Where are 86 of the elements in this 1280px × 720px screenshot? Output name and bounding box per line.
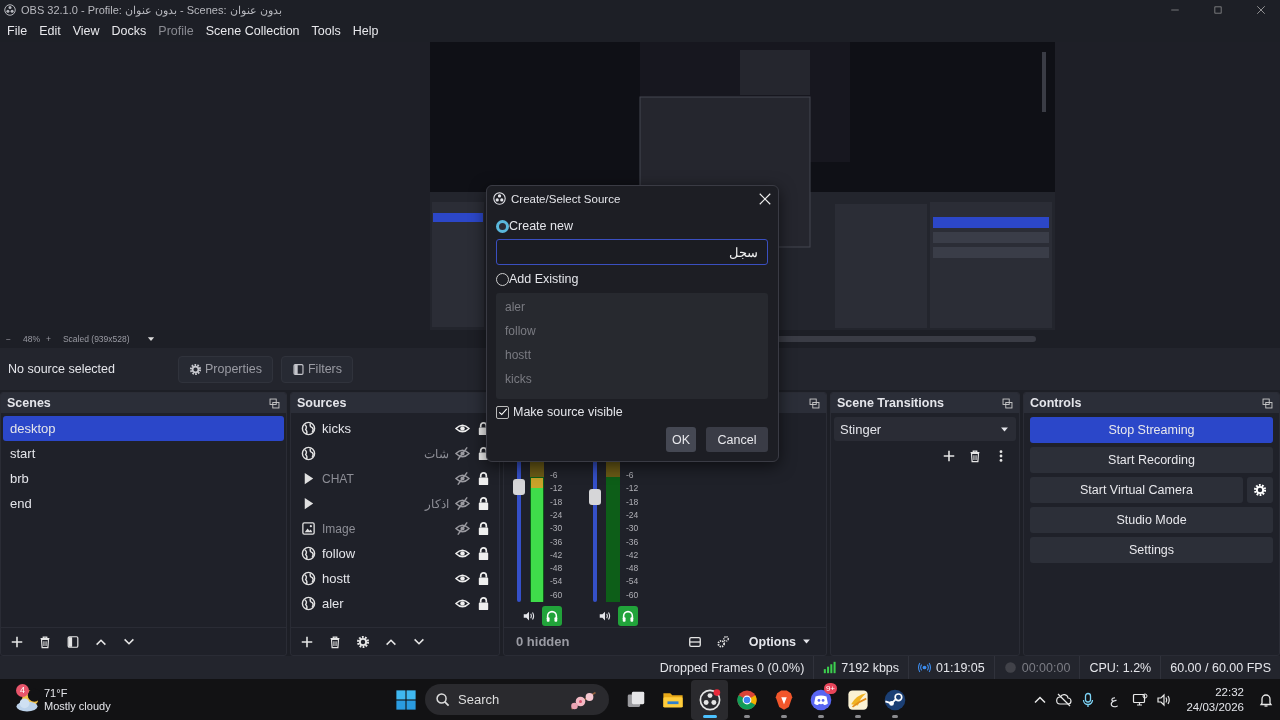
- scene-item[interactable]: desktop: [3, 416, 284, 441]
- scale-label: -54: [626, 575, 639, 589]
- control-button[interactable]: Start Virtual Camera: [1030, 477, 1243, 503]
- scene-item[interactable]: end: [3, 491, 284, 516]
- menu-item[interactable]: Edit: [33, 24, 67, 38]
- notification-badge: 9+: [823, 682, 837, 694]
- radio-option[interactable]: Add Existing: [496, 268, 768, 290]
- hidden-count: 0 hidden: [515, 634, 571, 649]
- source-name[interactable]: kicks: [322, 421, 449, 436]
- zoom-level: 48%: [22, 334, 40, 344]
- scale-label: -60: [550, 588, 563, 602]
- source-name[interactable]: aler: [322, 596, 449, 611]
- scale-label: -42: [626, 548, 639, 562]
- scale-label: -24: [626, 508, 639, 522]
- status-text: CPU: 1.2%: [1089, 660, 1152, 675]
- control-button[interactable]: Studio Mode: [1030, 507, 1273, 533]
- window-title: OBS 32.1.0 - Profile: بدون عنوان - Scenes: بدون عنوان: [21, 3, 283, 17]
- clock-date[interactable]: 24/03/2026: [1186, 699, 1244, 715]
- control-button[interactable]: Settings: [1030, 537, 1273, 563]
- options-button[interactable]: Options: [738, 634, 822, 649]
- taskbar-app[interactable]: 9+: [802, 679, 839, 720]
- menu-item[interactable]: Tools: [305, 24, 347, 38]
- list-item[interactable]: follow: [496, 319, 768, 343]
- transition-dropdown[interactable]: Stinger: [834, 417, 1016, 441]
- status-text: 01:19:05: [936, 660, 985, 675]
- input-language[interactable]: ع: [1104, 692, 1125, 707]
- scale-label: -60: [626, 588, 639, 602]
- scale-label: -6: [626, 469, 635, 483]
- list-item[interactable]: kicks: [496, 367, 768, 391]
- dock-title: Scene Transitions: [837, 396, 945, 410]
- scale-label: -6: [550, 469, 559, 483]
- menu-item[interactable]: View: [66, 24, 106, 38]
- control-button[interactable]: Stop Streaming: [1030, 417, 1273, 443]
- scale-label: -36: [626, 535, 639, 549]
- filters-button[interactable]: Filters: [281, 355, 353, 383]
- dock-title: Scenes: [7, 396, 52, 410]
- source-name[interactable]: شات: [322, 446, 449, 461]
- source-name[interactable]: Image: [322, 521, 449, 536]
- status-text: 7192 kbps: [841, 660, 900, 675]
- search-field[interactable]: Search: [425, 684, 609, 715]
- zoom-out-button[interactable]: −: [0, 334, 17, 344]
- source-name[interactable]: follow: [322, 546, 449, 561]
- scale-label: -24: [550, 508, 563, 522]
- scale-label: -30: [626, 522, 639, 536]
- name-field[interactable]: سجل: [496, 239, 768, 265]
- source-list[interactable]: aler follow hostt kicks: [496, 293, 768, 399]
- scale-label: -48: [626, 562, 639, 576]
- scale-label: -42: [550, 548, 563, 562]
- menu-item[interactable]: Scene Collection: [199, 24, 306, 38]
- menu-item[interactable]: File: [1, 24, 34, 38]
- status-text: 00:00:00: [1021, 660, 1071, 675]
- scale-mode[interactable]: Scaled (939x528): [56, 334, 136, 344]
- radio-option[interactable]: Create new: [496, 215, 768, 237]
- scene-item[interactable]: brb: [3, 466, 284, 491]
- scale-label: -18: [626, 495, 639, 509]
- scale-label: -30: [550, 522, 563, 536]
- source-name[interactable]: اذكار: [322, 496, 449, 511]
- weather-condition[interactable]: Mostly cloudy: [44, 699, 111, 713]
- dialog-title: Create/Select Source: [511, 192, 622, 205]
- status-text: 60.00 / 60.00 FPS: [1170, 660, 1271, 675]
- source-name[interactable]: CHAT: [322, 471, 449, 486]
- scale-label: -18: [550, 495, 563, 509]
- scale-label: -12: [550, 482, 563, 496]
- scale-label: -12: [626, 482, 639, 496]
- scale-label: -48: [550, 562, 563, 576]
- visible-checkbox[interactable]: Make source visible: [496, 399, 768, 425]
- properties-button[interactable]: Properties: [178, 355, 273, 383]
- scene-item[interactable]: start: [3, 441, 284, 466]
- zoom-in-button[interactable]: +: [40, 334, 57, 344]
- dock-title: Controls: [1030, 396, 1083, 410]
- notification-badge: 4: [16, 683, 29, 697]
- source-name[interactable]: hostt: [322, 571, 449, 586]
- control-button[interactable]: Start Recording: [1030, 447, 1273, 473]
- cancel-button[interactable]: Cancel: [706, 427, 768, 452]
- dock-title: Sources: [297, 396, 348, 410]
- temperature[interactable]: 71°F: [44, 686, 111, 700]
- menu-item[interactable]: Docks: [105, 24, 153, 38]
- selection-status: No source selected: [8, 362, 116, 376]
- clock-time[interactable]: 22:32: [1215, 684, 1244, 700]
- ok-button[interactable]: OK: [666, 427, 696, 452]
- status-text: Dropped Frames 0 (0.0%): [659, 660, 805, 675]
- menu-item[interactable]: Help: [346, 24, 385, 38]
- scale-label: -36: [550, 535, 563, 549]
- list-item[interactable]: hostt: [496, 343, 768, 367]
- list-item[interactable]: aler: [496, 295, 768, 319]
- scale-label: -54: [550, 575, 563, 589]
